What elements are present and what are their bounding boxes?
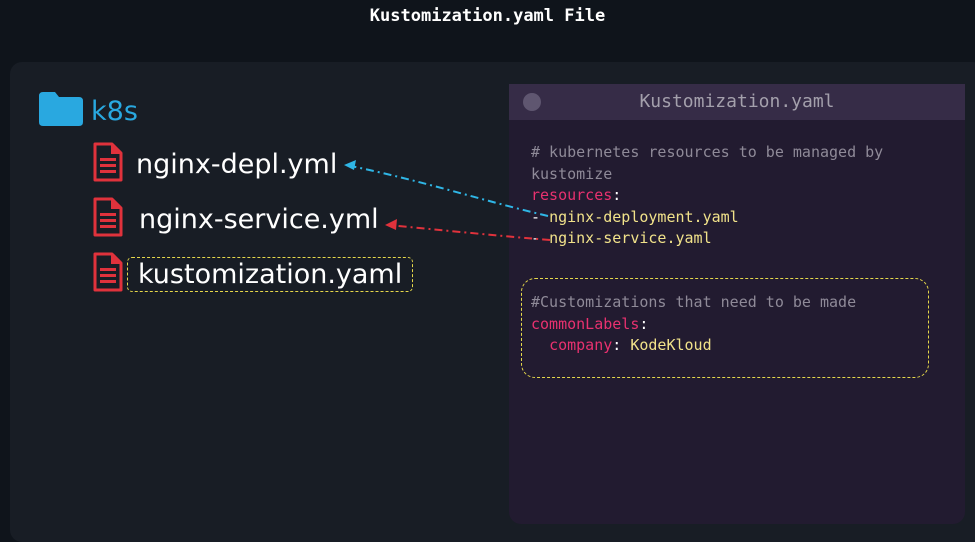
arrow-service-head bbox=[385, 219, 397, 230]
connector-arrows bbox=[344, 160, 551, 241]
arrow-deployment-head bbox=[344, 160, 356, 170]
arrow-service-connector bbox=[387, 224, 551, 241]
arrow-deployment-connector bbox=[345, 164, 549, 217]
